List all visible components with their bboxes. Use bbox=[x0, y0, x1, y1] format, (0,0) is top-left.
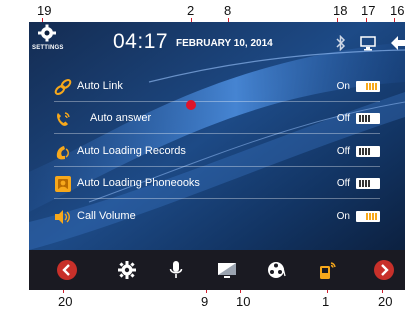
callout-screen: 17 bbox=[361, 3, 376, 18]
row-state: Off bbox=[336, 113, 350, 124]
row-state: Off bbox=[336, 178, 350, 189]
callout-background: 10 bbox=[236, 294, 251, 309]
next-arrow-icon[interactable] bbox=[374, 260, 394, 280]
row-state: On bbox=[336, 211, 350, 222]
toggle-switch[interactable] bbox=[356, 81, 380, 92]
prev-arrow-icon[interactable] bbox=[57, 260, 77, 280]
callout-phone-menu: 1 bbox=[322, 294, 330, 309]
gear-icon[interactable] bbox=[117, 260, 137, 280]
row-label: Auto Loading Phoneooks bbox=[77, 177, 200, 189]
row-divider bbox=[54, 198, 380, 199]
callout-marker-dot bbox=[186, 100, 196, 110]
row-divider bbox=[54, 166, 380, 167]
callout-row-area: 2 bbox=[187, 3, 195, 18]
toggle-switch[interactable] bbox=[356, 178, 380, 189]
setting-row-auto-answer[interactable]: Auto answer Off bbox=[54, 104, 380, 134]
phonebook-icon bbox=[54, 175, 72, 193]
row-state: On bbox=[336, 81, 350, 92]
callout-list-area: 8 bbox=[224, 3, 232, 18]
setting-row-auto-loading-phonebooks[interactable]: Auto Loading Phoneooks Off bbox=[54, 169, 380, 199]
setting-row-auto-link[interactable]: Auto Link On bbox=[54, 72, 380, 102]
row-label: Auto Loading Records bbox=[77, 145, 186, 157]
clock-time: 04:17 bbox=[113, 30, 169, 53]
callout-next: 20 bbox=[378, 294, 393, 309]
setting-row-call-volume[interactable]: Call Volume On bbox=[54, 202, 380, 232]
row-label: Auto Link bbox=[77, 80, 123, 92]
display-icon[interactable] bbox=[217, 260, 237, 280]
phone-signal-icon[interactable] bbox=[317, 260, 337, 280]
row-divider bbox=[54, 101, 380, 102]
phone-records-icon bbox=[54, 143, 72, 161]
phone-answer-icon bbox=[54, 110, 72, 128]
callout-settings: 19 bbox=[37, 3, 52, 18]
toggle-switch[interactable] bbox=[356, 113, 380, 124]
media-icon[interactable] bbox=[267, 260, 287, 280]
row-state: Off bbox=[336, 146, 350, 157]
bluetooth-icon[interactable] bbox=[335, 34, 347, 52]
callout-prev: 20 bbox=[58, 294, 73, 309]
setting-row-auto-loading-records[interactable]: Auto Loading Records Off bbox=[54, 137, 380, 167]
status-bar: SETTINGS 04:17 FEBRUARY 10, 2014 bbox=[29, 22, 405, 64]
clock-date: FEBRUARY 10, 2014 bbox=[176, 38, 273, 49]
screen-icon[interactable] bbox=[360, 35, 376, 51]
row-label: Call Volume bbox=[77, 210, 136, 222]
callout-bluetooth: 18 bbox=[333, 3, 348, 18]
microphone-icon[interactable] bbox=[166, 260, 186, 280]
bottom-dock bbox=[29, 250, 405, 290]
link-icon bbox=[54, 78, 72, 96]
row-label: Auto answer bbox=[90, 112, 152, 124]
callout-phonebook: 9 bbox=[201, 294, 209, 309]
toggle-switch[interactable] bbox=[356, 146, 380, 157]
device-screen: SETTINGS 04:17 FEBRUARY 10, 2014 Auto Li… bbox=[29, 22, 405, 290]
speaker-volume-icon bbox=[54, 208, 72, 226]
back-arrow-icon[interactable] bbox=[390, 35, 405, 51]
toggle-switch[interactable] bbox=[356, 211, 380, 222]
settings-gear-icon[interactable] bbox=[35, 24, 59, 44]
callout-back: 16 bbox=[390, 3, 405, 18]
row-divider bbox=[54, 133, 380, 134]
settings-label[interactable]: SETTINGS bbox=[32, 45, 64, 51]
